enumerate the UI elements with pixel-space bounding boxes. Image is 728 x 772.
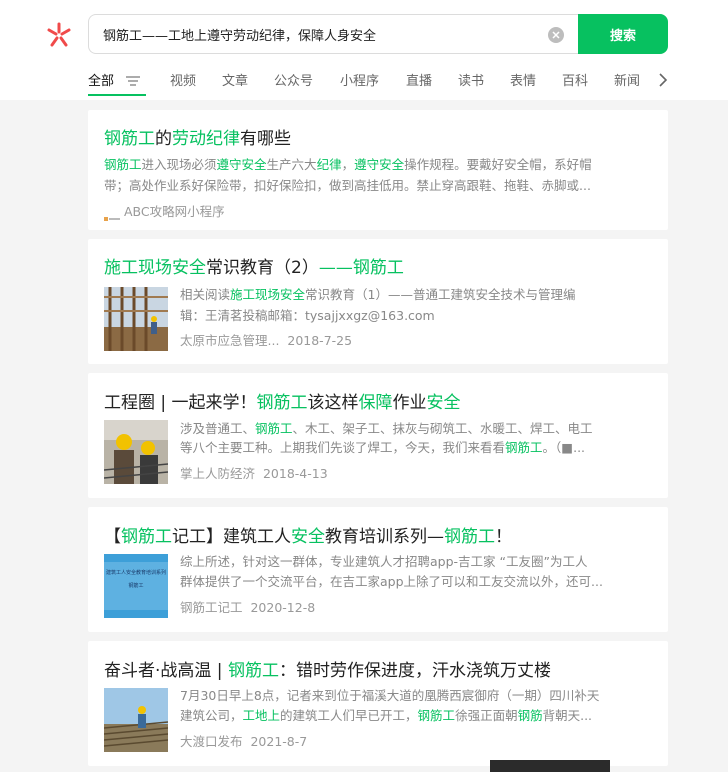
thumbnail-caption: 建筑工人安全教育培训系列 钢筋工	[106, 570, 167, 589]
result-date: 2018-7-25	[287, 333, 353, 348]
result-snippet: 相关阅读施工现场安全常识教育（1）——普通工建筑安全技术与管理编	[180, 287, 576, 302]
search-result[interactable]: 钢筋工的劳动纪律有哪些 钢筋工进入现场必须遵守安全生产六大纪律，遵守安全操作规程…	[88, 110, 668, 230]
result-date: 2018-4-13	[262, 466, 328, 481]
tab-live[interactable]: 直播	[406, 70, 432, 89]
result-snippet: 综上所述，针对这一群体，专业建筑人才招聘app-吉工家 “工友圈”为工人	[180, 554, 588, 569]
filter-icon[interactable]	[126, 72, 140, 91]
search-result[interactable]: 工程圈 | 一起来学！钢筋工该这样保障作业安全 涉及普通工、钢筋工、木工、架子工…	[88, 373, 668, 498]
clear-icon[interactable]	[548, 27, 564, 43]
result-snippet: 带；高处作业系好保险带，扣好保险扣，做到高挂低用。禁止穿高跟鞋、拖鞋、赤脚或..…	[104, 178, 591, 193]
tab-encyclopedia[interactable]: 百科	[562, 70, 588, 89]
tab-video[interactable]: 视频	[170, 70, 196, 89]
active-tab-indicator	[88, 94, 146, 96]
taskbar-fragment	[490, 760, 610, 772]
result-thumbnail[interactable]	[104, 420, 168, 484]
result-snippet: 群体提供了一个交流平台，在吉工家app上除了可以和工友交流以外，还可...	[180, 574, 603, 589]
asterisk-logo-icon[interactable]	[44, 20, 74, 50]
category-tabs: 全部 视频 文章 公众号 小程序 直播 读书 表情 百科 新闻	[88, 66, 688, 96]
result-source[interactable]: 太原市应急管理... 2018-7-25	[180, 330, 352, 349]
result-snippet: 等八个主要工种。上期我们先谈了焊工，今天，我们来看看钢筋工。（■...	[180, 440, 586, 455]
result-snippet: 钢筋工进入现场必须遵守安全生产六大纪律，遵守安全操作规程。要戴好安全帽，系好帽	[104, 157, 592, 172]
result-thumbnail[interactable]	[104, 688, 168, 752]
result-title[interactable]: 【钢筋工记工】建筑工人安全教育培训系列—钢筋工！	[104, 522, 512, 547]
result-date: 2021-8-7	[250, 734, 308, 749]
result-source[interactable]: ABC攻略网小程序	[104, 201, 225, 221]
tab-article[interactable]: 文章	[222, 70, 248, 89]
result-thumbnail[interactable]: 建筑工人安全教育培训系列 钢筋工	[104, 554, 168, 618]
result-snippet: 辑：王清茗投稿邮箱：tysajjxxgz@163.com	[180, 308, 435, 323]
tab-books[interactable]: 读书	[458, 70, 484, 89]
search-input[interactable]	[103, 15, 533, 53]
search-result[interactable]: 施工现场安全常识教育（2）——钢筋工 相关阅读施工现场安全常识教育（1）——普通…	[88, 239, 668, 364]
tab-official-account[interactable]: 公众号	[274, 70, 313, 89]
result-thumbnail[interactable]	[104, 287, 168, 351]
result-source[interactable]: 掌上人防经济 2018-4-13	[180, 463, 328, 482]
chevron-right-icon[interactable]	[658, 72, 668, 91]
tab-news[interactable]: 新闻	[614, 70, 640, 89]
result-title[interactable]: 钢筋工的劳动纪律有哪些	[104, 124, 291, 149]
tab-mini-program[interactable]: 小程序	[340, 70, 379, 89]
result-snippet: 涉及普通工、钢筋工、木工、架子工、抹灰与砌筑工、水暖工、焊工、电工	[180, 421, 593, 436]
tab-all[interactable]: 全部	[88, 70, 114, 89]
result-source[interactable]: 钢筋工记工 2020-12-8	[180, 597, 315, 616]
search-result[interactable]: 【钢筋工记工】建筑工人安全教育培训系列—钢筋工！ 建筑工人安全教育培训系列 钢筋…	[88, 507, 668, 632]
result-title[interactable]: 施工现场安全常识教育（2）——钢筋工	[104, 253, 404, 278]
result-snippet: 建筑公司，工地上的建筑工人们早已开工，钢筋工徐强正面朝钢筋背朝天...	[180, 708, 593, 723]
search-header: 搜索 全部 视频 文章 公众号 小程序 直播 读书 表情 百科 新闻	[0, 0, 728, 100]
result-source[interactable]: 大渡口发布 2021-8-7	[180, 731, 307, 750]
search-result[interactable]: 奋斗者·战高温 | 钢筋工：错时劳作保进度，汗水浇筑万丈楼 7月30日早上8点，…	[88, 641, 668, 766]
result-snippet: 7月30日早上8点，记者来到位于福溪大道的凰腾西宸御府（一期）四川补天	[180, 688, 600, 703]
mini-program-icon	[104, 210, 120, 221]
result-date: 2020-12-8	[250, 600, 316, 615]
result-title[interactable]: 奋斗者·战高温 | 钢筋工：错时劳作保进度，汗水浇筑万丈楼	[104, 656, 551, 681]
search-button[interactable]: 搜索	[578, 14, 668, 54]
search-box	[88, 14, 578, 54]
tab-stickers[interactable]: 表情	[510, 70, 536, 89]
result-title[interactable]: 工程圈 | 一起来学！钢筋工该这样保障作业安全	[104, 388, 461, 413]
